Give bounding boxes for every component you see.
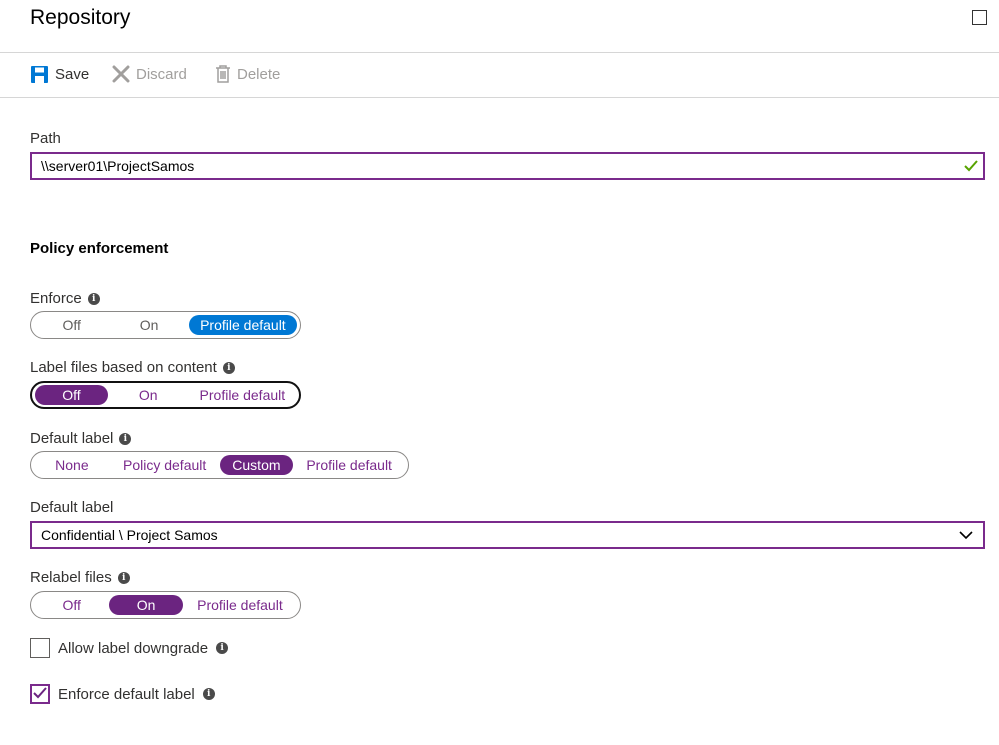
discard-button[interactable]: Discard: [112, 65, 187, 83]
valid-check-icon: [964, 159, 978, 175]
enforce-default-row[interactable]: Enforce default label i: [30, 684, 215, 704]
command-bar: Save Discard Delete: [0, 54, 999, 98]
enforce-default-label: Enforce default label: [58, 685, 195, 703]
enforce-option-on[interactable]: On: [109, 315, 188, 335]
enforce-label-text: Enforce: [30, 290, 82, 307]
default-label-mode-label: Default label i: [30, 430, 132, 447]
info-icon[interactable]: i: [87, 292, 100, 305]
enforce-label: Enforce i: [30, 290, 100, 307]
maximize-icon[interactable]: [972, 10, 987, 25]
path-label-text: Path: [30, 130, 61, 147]
delete-label: Delete: [237, 65, 281, 83]
relabel-label: Relabel files i: [30, 569, 130, 586]
relabel-label-text: Relabel files: [30, 569, 112, 586]
default-label-option-policy-default[interactable]: Policy default: [110, 455, 220, 475]
label-files-option-off[interactable]: Off: [35, 385, 108, 405]
save-button[interactable]: Save: [30, 65, 89, 84]
info-icon[interactable]: i: [119, 432, 132, 445]
default-label-select-label: Default label: [30, 499, 113, 516]
path-input[interactable]: \\server01\ProjectSamos: [30, 152, 985, 180]
default-label-mode-text: Default label: [30, 430, 114, 447]
relabel-option-off[interactable]: Off: [34, 595, 109, 615]
label-files-option-profile-default[interactable]: Profile default: [189, 385, 296, 405]
save-icon: [30, 65, 49, 84]
default-label-toggle: None Policy default Custom Profile defau…: [30, 451, 409, 479]
info-icon[interactable]: i: [202, 688, 215, 700]
relabel-option-profile-default[interactable]: Profile default: [183, 595, 297, 615]
enforce-option-profile-default[interactable]: Profile default: [188, 315, 297, 335]
path-value: \\server01\ProjectSamos: [41, 158, 195, 174]
default-label-value: Confidential \ Project Samos: [41, 527, 218, 543]
allow-downgrade-label: Allow label downgrade: [58, 639, 209, 657]
discard-label: Discard: [136, 65, 187, 83]
label-files-label: Label files based on content i: [30, 359, 235, 376]
info-icon[interactable]: i: [216, 642, 229, 654]
info-icon[interactable]: i: [222, 361, 235, 374]
save-label: Save: [55, 66, 90, 83]
enforce-default-checkbox[interactable]: [30, 684, 50, 704]
default-label-select-text: Default label: [30, 499, 114, 516]
enforce-option-off[interactable]: Off: [34, 315, 109, 335]
close-icon: [112, 65, 130, 83]
section-title: Policy enforcement: [30, 240, 169, 257]
blade-header: Repository: [0, 0, 999, 53]
info-icon[interactable]: i: [117, 571, 130, 584]
relabel-toggle: Off On Profile default: [30, 591, 301, 619]
checkmark-icon: [33, 686, 47, 703]
enforce-toggle: Off On Profile default: [30, 311, 301, 339]
label-files-toggle: Off On Profile default: [30, 381, 301, 409]
allow-downgrade-checkbox[interactable]: [30, 638, 50, 658]
label-files-option-on[interactable]: On: [108, 385, 189, 405]
default-label-dropdown[interactable]: Confidential \ Project Samos: [30, 521, 985, 549]
delete-button[interactable]: Delete: [215, 65, 280, 83]
trash-icon: [215, 65, 231, 83]
path-label: Path: [30, 130, 61, 147]
relabel-option-on[interactable]: On: [109, 595, 183, 615]
label-files-label-text: Label files based on content: [30, 359, 217, 376]
allow-downgrade-row[interactable]: Allow label downgrade i: [30, 638, 229, 658]
page-title: Repository: [30, 6, 131, 29]
default-label-option-profile-default[interactable]: Profile default: [293, 455, 405, 475]
default-label-option-none[interactable]: None: [34, 455, 110, 475]
chevron-down-icon: [959, 528, 973, 545]
default-label-option-custom[interactable]: Custom: [219, 455, 294, 475]
